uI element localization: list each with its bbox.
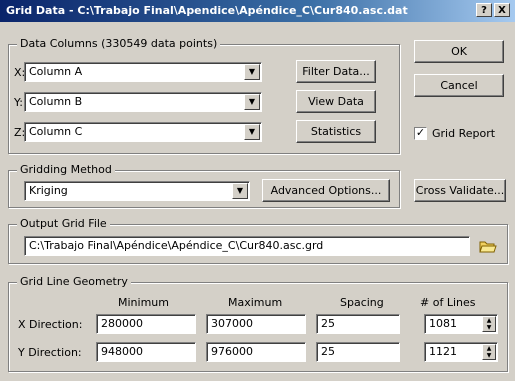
z-column-select[interactable]: Column C ▼ xyxy=(24,122,262,142)
grid-report-checkbox[interactable]: ✓ xyxy=(414,127,427,140)
spinner-icon[interactable]: ▲ ▼ xyxy=(482,344,496,360)
x-minimum-input[interactable]: 280000 xyxy=(96,314,196,334)
y-minimum-input[interactable]: 948000 xyxy=(96,342,196,362)
chevron-down-icon[interactable]: ▼ xyxy=(244,94,260,110)
close-button[interactable]: X xyxy=(494,3,510,17)
output-file-path: C:\Trabajo Final\Apéndice\Apéndice_C\Cur… xyxy=(29,239,324,252)
x-column-value: Column A xyxy=(29,65,83,78)
chevron-down-icon[interactable]: ▼ xyxy=(244,64,260,80)
spacing-column-header: Spacing xyxy=(340,296,384,309)
lines-column-header: # of Lines xyxy=(420,296,476,309)
chevron-down-icon[interactable]: ▼ xyxy=(244,124,260,140)
y-column-select[interactable]: Column B ▼ xyxy=(24,92,262,112)
z-column-value: Column C xyxy=(29,125,83,138)
grid-report-label: Grid Report xyxy=(432,127,496,140)
y-direction-label: Y Direction: xyxy=(18,346,82,359)
output-file-input[interactable]: C:\Trabajo Final\Apéndice\Apéndice_C\Cur… xyxy=(24,236,470,256)
spinner-icon[interactable]: ▲ ▼ xyxy=(482,316,496,332)
x-direction-label: X Direction: xyxy=(18,318,83,331)
folder-open-icon[interactable] xyxy=(478,236,498,256)
window-title: Grid Data - C:\Trabajo Final\Apendice\Ap… xyxy=(6,4,408,17)
cross-validate-button[interactable]: Cross Validate... xyxy=(414,179,506,202)
x-maximum-input[interactable]: 307000 xyxy=(206,314,306,334)
ok-button[interactable]: OK xyxy=(414,40,504,63)
grid-line-geometry-legend: Grid Line Geometry xyxy=(17,275,131,288)
y-lines-input[interactable]: 1121 ▲ ▼ xyxy=(424,342,498,362)
y-maximum-input[interactable]: 976000 xyxy=(206,342,306,362)
output-grid-file-legend: Output Grid File xyxy=(17,217,110,230)
statistics-button[interactable]: Statistics xyxy=(296,120,376,143)
y-column-value: Column B xyxy=(29,95,83,108)
data-columns-legend: Data Columns (330549 data points) xyxy=(17,37,221,50)
x-lines-input[interactable]: 1081 ▲ ▼ xyxy=(424,314,498,334)
gridding-method-legend: Gridding Method xyxy=(17,163,115,176)
help-button[interactable]: ? xyxy=(476,3,492,17)
view-data-button[interactable]: View Data xyxy=(296,90,376,113)
maximum-column-header: Maximum xyxy=(228,296,283,309)
cancel-button[interactable]: Cancel xyxy=(414,74,504,97)
gridding-method-select[interactable]: Kriging ▼ xyxy=(24,181,250,201)
minimum-column-header: Minimum xyxy=(118,296,169,309)
y-spacing-input[interactable]: 25 xyxy=(316,342,400,362)
x-column-select[interactable]: Column A ▼ xyxy=(24,62,262,82)
check-icon: ✓ xyxy=(415,126,426,139)
title-bar: Grid Data - C:\Trabajo Final\Apendice\Ap… xyxy=(0,0,515,22)
x-lines-value: 1081 xyxy=(429,317,457,330)
y-column-label: Y: xyxy=(14,96,23,109)
chevron-down-icon[interactable]: ▼ xyxy=(232,183,248,199)
advanced-options-button[interactable]: Advanced Options... xyxy=(262,179,390,202)
x-spacing-input[interactable]: 25 xyxy=(316,314,400,334)
filter-data-button[interactable]: Filter Data... xyxy=(296,60,376,83)
gridding-method-value: Kriging xyxy=(29,184,68,197)
y-lines-value: 1121 xyxy=(429,345,457,358)
